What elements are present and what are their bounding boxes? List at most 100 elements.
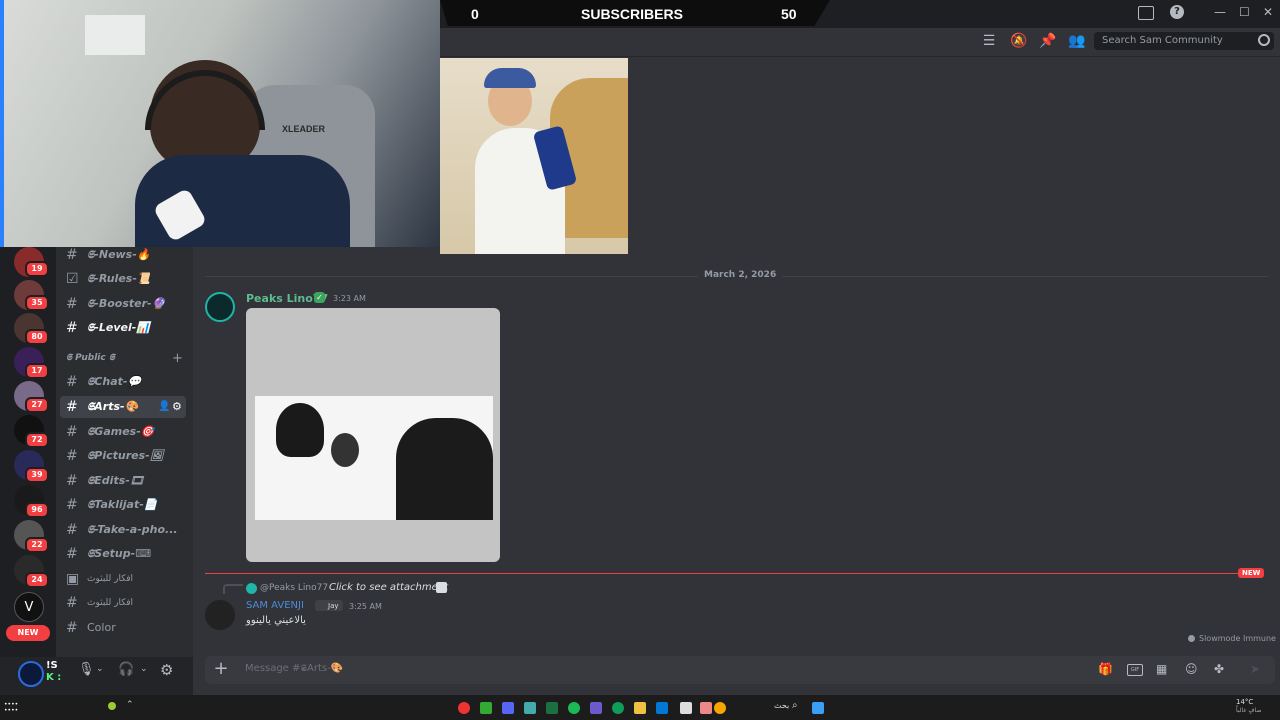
- channel-item-booster[interactable]: # 𝕾-Booster-🔮: [60, 293, 186, 315]
- avatar[interactable]: [18, 661, 44, 687]
- message-timestamp: 3:23 AM: [333, 294, 366, 303]
- help-icon[interactable]: ?: [1170, 5, 1184, 19]
- channel-name: 𝕾Pictures-🖼: [87, 449, 164, 462]
- spotify-icon[interactable]: [568, 702, 580, 714]
- channel-item-arts[interactable]: # 𝕾Arts-🎨 👤 ⚙: [60, 396, 186, 418]
- server-badge: 22: [25, 537, 49, 553]
- app-icon[interactable]: [714, 702, 726, 714]
- server-icon-v[interactable]: V: [14, 592, 44, 622]
- weather-condition: صافٍ غالباً: [1236, 707, 1262, 714]
- channel-item-setup[interactable]: # 𝕾Setup-⌨: [60, 543, 186, 565]
- app-icon[interactable]: [546, 702, 558, 714]
- file-explorer-icon[interactable]: [634, 702, 646, 714]
- hash-icon: #: [66, 620, 78, 636]
- inbox-icon[interactable]: [1138, 6, 1154, 20]
- gear-icon[interactable]: ⚙: [172, 396, 182, 418]
- channel-name: 𝕾Edits-🎞: [87, 474, 144, 487]
- hash-icon: #: [66, 473, 78, 489]
- member-list-icon[interactable]: 👥: [1068, 33, 1085, 49]
- channel-name: 𝕾Arts-🎨: [87, 400, 139, 413]
- emoji-icon[interactable]: ☺: [1185, 662, 1198, 676]
- add-channel-icon[interactable]: +: [172, 351, 183, 366]
- app-icon[interactable]: [656, 702, 668, 714]
- channel-item-take-a-photo[interactable]: # 𝕾-Take-a-pho...: [60, 519, 186, 541]
- send-icon[interactable]: ➤: [1250, 662, 1260, 676]
- server-badge: 72: [25, 432, 49, 448]
- taskbar-clock: •••• ••••: [4, 701, 19, 714]
- hash-icon: #: [66, 522, 78, 538]
- microphone-icon[interactable]: 🎙: [78, 662, 95, 677]
- hash-icon: #: [66, 247, 78, 263]
- app-icon[interactable]: [458, 702, 470, 714]
- search-input[interactable]: Search Sam Community: [1094, 32, 1274, 50]
- avatar[interactable]: [205, 292, 235, 322]
- message-composer: + Message #𝕾Arts-🎨 🎁 GIF ▦ ☺ ✤ ➤: [205, 656, 1275, 684]
- search-icon[interactable]: ⌕: [792, 700, 798, 711]
- app-icon[interactable]: [524, 702, 536, 714]
- avatar[interactable]: [205, 600, 235, 630]
- server-rail: 19 35 80 17 27 72 39 96 22 24 V NEW: [0, 247, 56, 657]
- reply-text[interactable]: Click to see attachment: [329, 582, 448, 593]
- message-input[interactable]: Message #𝕾Arts-🎨: [245, 663, 845, 677]
- channel-item-chat[interactable]: # 𝕾Chat-💬: [60, 371, 186, 393]
- discord-icon[interactable]: [502, 702, 514, 714]
- forum-item-ideas[interactable]: ▣ افكار للبثوث: [60, 568, 186, 590]
- close-icon[interactable]: ✕: [1263, 5, 1273, 19]
- channel-item-color[interactable]: # Color: [60, 617, 186, 639]
- pin-icon[interactable]: 📌: [1039, 33, 1056, 49]
- channel-name: 𝕾-News-🔥: [87, 248, 151, 261]
- chevron-down-icon[interactable]: ⌄: [96, 664, 104, 674]
- hash-icon: #: [66, 296, 78, 312]
- category-public[interactable]: 𝕾 Public 𝕾: [66, 353, 115, 363]
- tray-icon[interactable]: [108, 702, 116, 710]
- date-divider: March 2, 2026: [698, 270, 783, 280]
- server-badge: 24: [25, 572, 49, 588]
- weather-temp[interactable]: 14°C: [1236, 698, 1253, 706]
- channel-item-edits[interactable]: # 𝕾Edits-🎞: [60, 470, 186, 492]
- app-icon[interactable]: [590, 702, 602, 714]
- add-attachment-icon[interactable]: +: [211, 659, 231, 679]
- channel-name: 𝕾Taklijat-📄: [87, 498, 158, 511]
- channel-item-games[interactable]: # 𝕾Games-🎯: [60, 421, 186, 443]
- channel-item-taklijat[interactable]: # 𝕾Taklijat-📄: [60, 494, 186, 516]
- settings-gear-icon[interactable]: ⚙: [160, 661, 173, 679]
- channel-name: 𝕾Games-🎯: [87, 425, 155, 438]
- hash-icon: #: [66, 424, 78, 440]
- sticker-icon[interactable]: ▦: [1156, 662, 1167, 676]
- minimize-icon[interactable]: —: [1214, 5, 1226, 19]
- apps-icon[interactable]: ✤: [1214, 662, 1224, 676]
- channel-item-ideas[interactable]: # افكار للبثوث: [60, 592, 186, 614]
- app-icon[interactable]: [700, 702, 712, 714]
- channel-item-pictures[interactable]: # 𝕾Pictures-🖼: [60, 445, 186, 467]
- notifications-muted-icon[interactable]: 🔕: [1010, 33, 1027, 49]
- headphones-icon[interactable]: 🎧: [118, 662, 134, 677]
- channel-item-rules[interactable]: ☑ 𝕾-Rules-📜: [60, 268, 186, 290]
- username: !S: [46, 660, 58, 671]
- hash-icon: #: [66, 399, 78, 415]
- message-timestamp: 3:25 AM: [349, 602, 382, 611]
- browser-icon[interactable]: [612, 702, 624, 714]
- taskbar-search[interactable]: بحث: [774, 701, 789, 710]
- channel-name: Color: [87, 621, 116, 634]
- invite-icon[interactable]: 👤: [158, 396, 170, 418]
- server-badge: 19: [25, 261, 49, 277]
- channel-item-news[interactable]: # 𝕾-News-🔥: [60, 247, 186, 266]
- threads-icon[interactable]: ☰: [981, 33, 997, 49]
- windows-start-icon[interactable]: [812, 702, 824, 714]
- chevron-up-icon[interactable]: ⌃: [126, 700, 134, 710]
- channel-name: 𝕾-Level-📊: [87, 321, 150, 334]
- app-icon[interactable]: [480, 702, 492, 714]
- app-icon[interactable]: [680, 702, 692, 714]
- server-badge: 27: [25, 397, 49, 413]
- channel-item-level[interactable]: # 𝕾-Level-📊: [60, 317, 186, 339]
- message-author[interactable]: SAM AVENJI: [246, 600, 304, 611]
- reply-author[interactable]: @Peaks Lino77: [260, 583, 328, 593]
- chevron-down-icon[interactable]: ⌄: [140, 664, 148, 674]
- attachment-image[interactable]: [246, 308, 500, 562]
- maximize-icon[interactable]: ☐: [1239, 5, 1250, 19]
- channel-name: افكار للبثوث: [87, 574, 133, 584]
- new-badge[interactable]: NEW: [6, 625, 50, 641]
- reply-avatar: [246, 583, 257, 594]
- gift-icon[interactable]: 🎁: [1098, 662, 1113, 676]
- gif-icon[interactable]: GIF: [1127, 664, 1143, 676]
